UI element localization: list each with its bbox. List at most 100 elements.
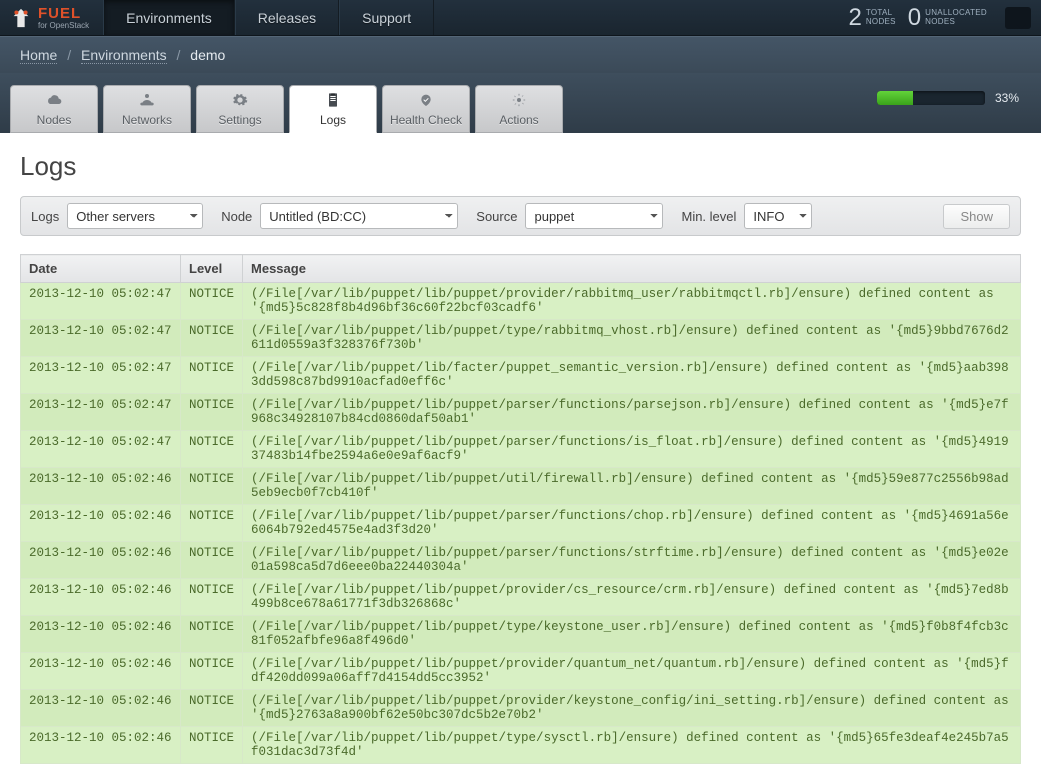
progress-bar bbox=[877, 91, 985, 105]
log-date: 2013-12-10 05:02:47 bbox=[21, 357, 181, 394]
log-date: 2013-12-10 05:02:46 bbox=[21, 468, 181, 505]
show-button[interactable]: Show bbox=[943, 204, 1010, 229]
subtab-settings[interactable]: Settings bbox=[196, 85, 284, 133]
log-message: (/File[/var/lib/puppet/lib/facter/puppet… bbox=[243, 357, 1021, 394]
log-message: (/File[/var/lib/puppet/lib/puppet/provid… bbox=[243, 690, 1021, 727]
log-level: NOTICE bbox=[181, 505, 243, 542]
filter-logs-label: Logs bbox=[31, 209, 59, 224]
node-stats: 2 TOTALNODES 0 UNALLOCATEDNODES bbox=[848, 0, 1041, 35]
log-row: 2013-12-10 05:02:47NOTICE(/File[/var/lib… bbox=[21, 357, 1021, 394]
subtab-nodes[interactable]: Nodes bbox=[10, 85, 98, 133]
subtab-networks[interactable]: Networks bbox=[103, 85, 191, 133]
log-row: 2013-12-10 05:02:46NOTICE(/File[/var/lib… bbox=[21, 468, 1021, 505]
log-message: (/File[/var/lib/puppet/lib/puppet/provid… bbox=[243, 653, 1021, 690]
log-date: 2013-12-10 05:02:47 bbox=[21, 394, 181, 431]
log-level: NOTICE bbox=[181, 431, 243, 468]
log-row: 2013-12-10 05:02:46NOTICE(/File[/var/lib… bbox=[21, 579, 1021, 616]
filter-level-select[interactable]: INFO bbox=[744, 203, 812, 229]
filter-node-select[interactable]: Untitled (BD:CC) bbox=[260, 203, 458, 229]
log-table: Date Level Message 2013-12-10 05:02:47NO… bbox=[20, 254, 1021, 764]
log-level: NOTICE bbox=[181, 727, 243, 764]
filter-source-label: Source bbox=[476, 209, 517, 224]
log-row: 2013-12-10 05:02:47NOTICE(/File[/var/lib… bbox=[21, 283, 1021, 320]
log-date: 2013-12-10 05:02:46 bbox=[21, 690, 181, 727]
filter-node-label: Node bbox=[221, 209, 252, 224]
subtab-actions[interactable]: Actions bbox=[475, 85, 563, 133]
log-date: 2013-12-10 05:02:46 bbox=[21, 542, 181, 579]
fuel-logo-icon bbox=[10, 7, 32, 29]
nav-tab-support[interactable]: Support bbox=[339, 0, 434, 35]
subtabs: NodesNetworksSettingsLogsHealth CheckAct… bbox=[10, 85, 563, 133]
col-level: Level bbox=[181, 255, 243, 283]
page-title: Logs bbox=[20, 151, 1021, 182]
log-date: 2013-12-10 05:02:46 bbox=[21, 727, 181, 764]
log-date: 2013-12-10 05:02:46 bbox=[21, 653, 181, 690]
top-navbar: FUEL for OpenStack EnvironmentsReleasesS… bbox=[0, 0, 1041, 36]
breadcrumb-current: demo bbox=[190, 47, 225, 63]
log-date: 2013-12-10 05:02:47 bbox=[21, 320, 181, 357]
nav-tab-releases[interactable]: Releases bbox=[235, 0, 339, 35]
log-date: 2013-12-10 05:02:47 bbox=[21, 431, 181, 468]
log-level: NOTICE bbox=[181, 394, 243, 431]
feedback-icon[interactable] bbox=[1005, 7, 1031, 29]
log-date: 2013-12-10 05:02:46 bbox=[21, 579, 181, 616]
log-row: 2013-12-10 05:02:46NOTICE(/File[/var/lib… bbox=[21, 505, 1021, 542]
log-row: 2013-12-10 05:02:46NOTICE(/File[/var/lib… bbox=[21, 616, 1021, 653]
log-date: 2013-12-10 05:02:46 bbox=[21, 505, 181, 542]
log-message: (/File[/var/lib/puppet/lib/puppet/parser… bbox=[243, 431, 1021, 468]
log-date: 2013-12-10 05:02:47 bbox=[21, 283, 181, 320]
log-row: 2013-12-10 05:02:47NOTICE(/File[/var/lib… bbox=[21, 320, 1021, 357]
log-message: (/File[/var/lib/puppet/lib/puppet/util/f… bbox=[243, 468, 1021, 505]
log-level: NOTICE bbox=[181, 320, 243, 357]
log-row: 2013-12-10 05:02:46NOTICE(/File[/var/lib… bbox=[21, 653, 1021, 690]
progress-percent: 33% bbox=[995, 91, 1019, 105]
log-level: NOTICE bbox=[181, 690, 243, 727]
log-filter-bar: Logs Other servers Node Untitled (BD:CC)… bbox=[20, 196, 1021, 236]
log-row: 2013-12-10 05:02:46NOTICE(/File[/var/lib… bbox=[21, 727, 1021, 764]
log-message: (/File[/var/lib/puppet/lib/puppet/type/s… bbox=[243, 727, 1021, 764]
breadcrumb-bar: Home / Environments / demo bbox=[0, 36, 1041, 73]
log-level: NOTICE bbox=[181, 579, 243, 616]
subheader: NodesNetworksSettingsLogsHealth CheckAct… bbox=[0, 73, 1041, 133]
log-level: NOTICE bbox=[181, 468, 243, 505]
stat-unallocated-nodes[interactable]: 0 UNALLOCATEDNODES bbox=[908, 4, 987, 32]
log-message: (/File[/var/lib/puppet/lib/puppet/type/k… bbox=[243, 616, 1021, 653]
settings-icon bbox=[231, 92, 249, 111]
deployment-progress: 33% bbox=[877, 85, 1031, 105]
log-message: (/File[/var/lib/puppet/lib/puppet/provid… bbox=[243, 283, 1021, 320]
nav-tab-environments[interactable]: Environments bbox=[103, 0, 235, 35]
log-message: (/File[/var/lib/puppet/lib/puppet/parser… bbox=[243, 542, 1021, 579]
log-row: 2013-12-10 05:02:47NOTICE(/File[/var/lib… bbox=[21, 394, 1021, 431]
filter-level-label: Min. level bbox=[681, 209, 736, 224]
content-panel: Logs Logs Other servers Node Untitled (B… bbox=[0, 133, 1041, 782]
log-level: NOTICE bbox=[181, 283, 243, 320]
log-level: NOTICE bbox=[181, 357, 243, 394]
breadcrumb-home[interactable]: Home bbox=[20, 47, 57, 64]
subtab-health-check[interactable]: Health Check bbox=[382, 85, 470, 133]
filter-logs-select[interactable]: Other servers bbox=[67, 203, 203, 229]
logo[interactable]: FUEL for OpenStack bbox=[0, 0, 103, 35]
filter-source-select[interactable]: puppet bbox=[525, 203, 663, 229]
log-row: 2013-12-10 05:02:47NOTICE(/File[/var/lib… bbox=[21, 431, 1021, 468]
log-level: NOTICE bbox=[181, 616, 243, 653]
brand-subtitle: for OpenStack bbox=[38, 22, 89, 30]
brand-name: FUEL bbox=[38, 6, 89, 21]
log-message: (/File[/var/lib/puppet/lib/puppet/type/r… bbox=[243, 320, 1021, 357]
col-date: Date bbox=[21, 255, 181, 283]
progress-fill bbox=[877, 91, 913, 105]
actions-icon bbox=[510, 92, 528, 111]
breadcrumb-environments[interactable]: Environments bbox=[81, 47, 167, 64]
log-row: 2013-12-10 05:02:46NOTICE(/File[/var/lib… bbox=[21, 542, 1021, 579]
log-date: 2013-12-10 05:02:46 bbox=[21, 616, 181, 653]
nodes-icon bbox=[45, 92, 63, 111]
log-row: 2013-12-10 05:02:46NOTICE(/File[/var/lib… bbox=[21, 690, 1021, 727]
subtab-logs[interactable]: Logs bbox=[289, 85, 377, 133]
breadcrumb: Home / Environments / demo bbox=[20, 47, 1021, 63]
logs-icon bbox=[324, 92, 342, 111]
log-level: NOTICE bbox=[181, 542, 243, 579]
log-message: (/File[/var/lib/puppet/lib/puppet/parser… bbox=[243, 505, 1021, 542]
log-message: (/File[/var/lib/puppet/lib/puppet/parser… bbox=[243, 394, 1021, 431]
health-check-icon bbox=[417, 92, 435, 111]
log-level: NOTICE bbox=[181, 653, 243, 690]
stat-total-nodes[interactable]: 2 TOTALNODES bbox=[848, 4, 895, 32]
